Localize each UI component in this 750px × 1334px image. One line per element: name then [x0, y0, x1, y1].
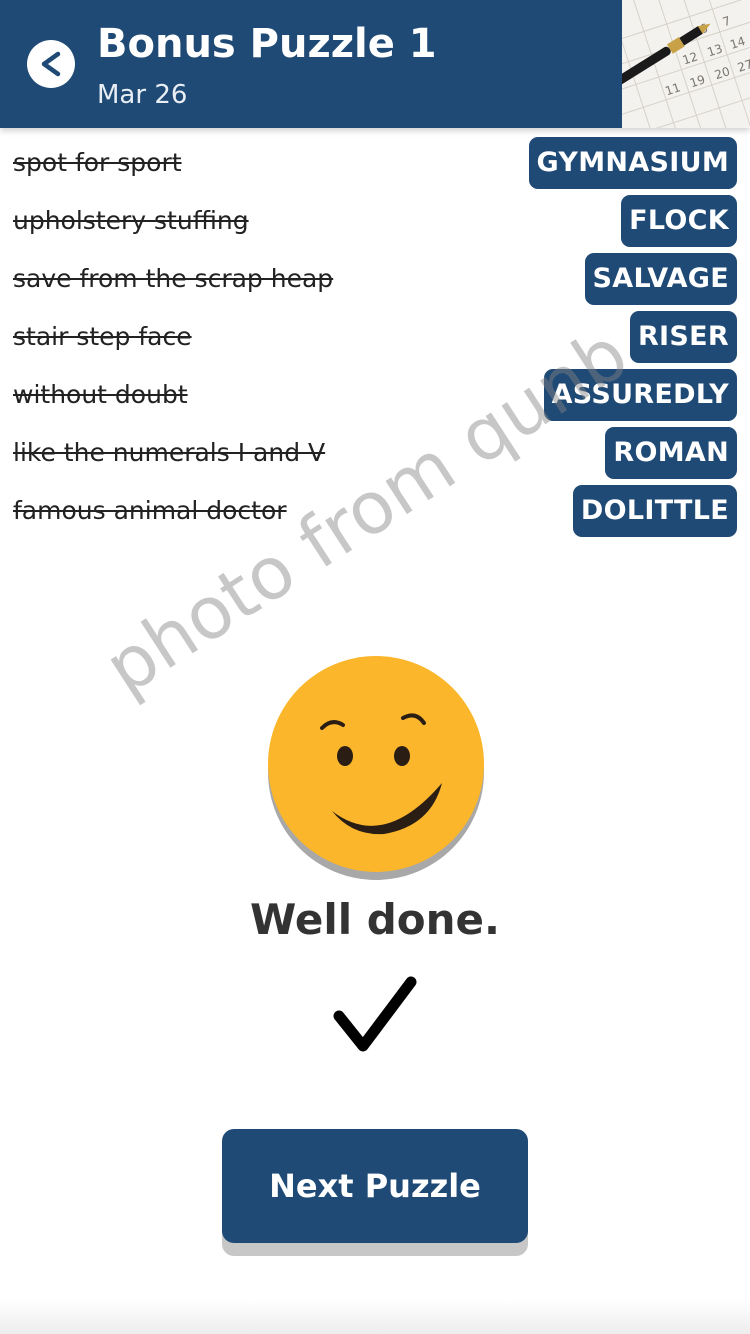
answer-chip[interactable]: ASSUREDLY: [543, 369, 737, 421]
clue-row[interactable]: save from the scrap heap SALVAGE: [0, 253, 750, 307]
clue-text: like the numerals I and V: [13, 438, 326, 467]
clue-text: stair step face: [13, 322, 192, 351]
clue-row[interactable]: like the numerals I and V ROMAN: [0, 427, 750, 481]
clue-text: spot for sport: [13, 148, 182, 177]
calendar-pen-photo: 6 7 12 13 14 11 19 20 27: [622, 0, 750, 128]
smiley-face-icon: [266, 656, 486, 880]
checkmark-icon: [325, 968, 425, 1063]
clue-text: without doubt: [13, 380, 188, 409]
clue-row[interactable]: upholstery stuffing FLOCK: [0, 195, 750, 249]
bottom-fade: [0, 1300, 750, 1334]
clue-text: upholstery stuffing: [13, 206, 249, 235]
back-button[interactable]: [27, 40, 75, 88]
answer-chip[interactable]: SALVAGE: [584, 253, 737, 305]
answer-chip[interactable]: DOLITTLE: [572, 485, 737, 537]
answer-chip[interactable]: GYMNASIUM: [528, 137, 737, 189]
clue-text: save from the scrap heap: [13, 264, 334, 293]
result-message: Well done.: [250, 895, 500, 944]
chevron-left-icon: [41, 51, 61, 77]
clue-text: famous animal doctor: [13, 496, 287, 525]
puzzle-date: Mar 26: [97, 80, 188, 110]
answer-chip[interactable]: RISER: [629, 311, 737, 363]
next-puzzle-button[interactable]: Next Puzzle: [222, 1129, 528, 1243]
header-bar: Bonus Puzzle 1 Mar 26 6 7 12 13: [0, 0, 750, 128]
clue-row[interactable]: stair step face RISER: [0, 311, 750, 365]
answer-chip[interactable]: ROMAN: [605, 427, 737, 479]
clue-row[interactable]: without doubt ASSUREDLY: [0, 369, 750, 423]
answer-chip[interactable]: FLOCK: [621, 195, 737, 247]
clue-row[interactable]: spot for sport GYMNASIUM: [0, 137, 750, 191]
clue-row[interactable]: famous animal doctor DOLITTLE: [0, 485, 750, 539]
page-title: Bonus Puzzle 1: [97, 21, 437, 67]
